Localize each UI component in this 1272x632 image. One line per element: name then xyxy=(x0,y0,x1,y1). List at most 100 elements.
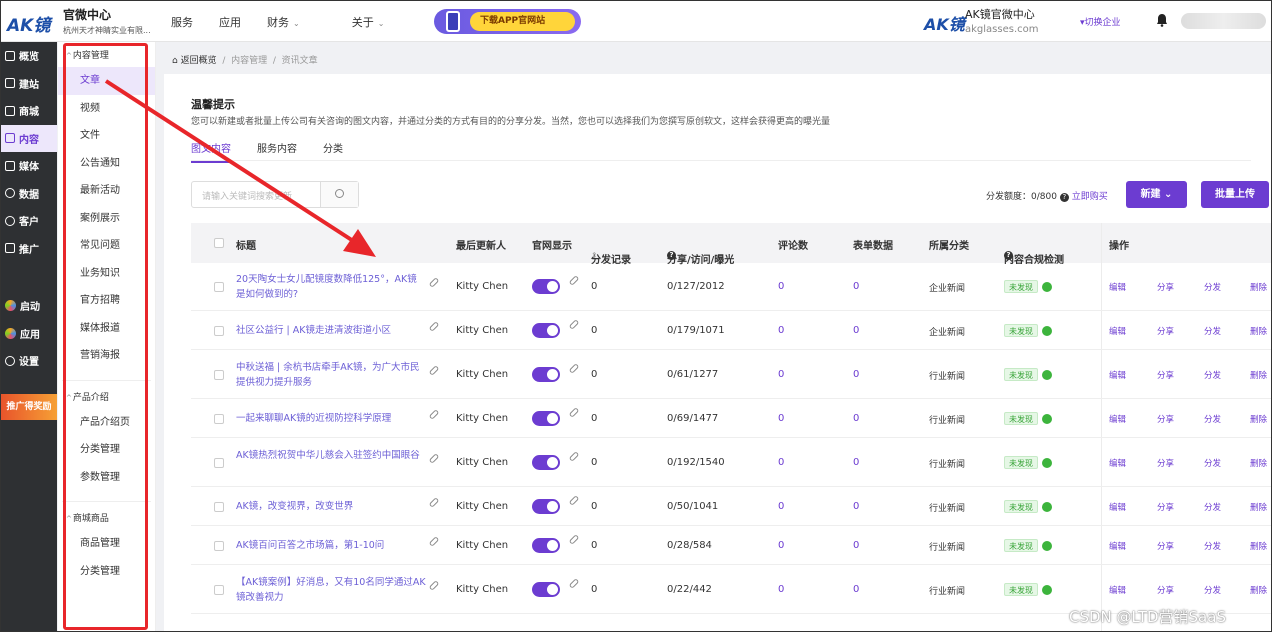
link-icon[interactable] xyxy=(428,497,440,508)
site-display-toggle[interactable] xyxy=(532,455,560,470)
row-forms[interactable]: 0 xyxy=(853,501,859,512)
distribute-link[interactable]: 分发 xyxy=(1204,540,1221,552)
article-title-link[interactable]: AK镜，改变视界，改变世界 xyxy=(236,499,426,514)
select-row-checkbox[interactable] xyxy=(214,458,224,468)
delete-link[interactable]: 删除 xyxy=(1250,457,1267,469)
row-comments[interactable]: 0 xyxy=(778,457,784,468)
rail-item-content[interactable]: 内容 xyxy=(1,124,57,152)
submenu-item-posters[interactable]: 营销海报 xyxy=(58,342,155,370)
submenu-item-videos[interactable]: 视频 xyxy=(58,95,155,123)
user-account-blurred[interactable] xyxy=(1181,13,1266,29)
breadcrumb-level1[interactable]: 内容管理 xyxy=(231,56,267,66)
col-category[interactable]: 所属分类 xyxy=(929,237,969,252)
rail-item-site[interactable]: 建站 xyxy=(1,70,57,98)
rail-item-overview[interactable]: 概览 xyxy=(1,42,57,70)
article-title-link[interactable]: 一起来聊聊AK镜的近视防控科学原理 xyxy=(236,411,426,426)
article-title-link[interactable]: 20天陶女士女儿配镜度数降低125°，AK镜是如何做到的? xyxy=(236,272,426,302)
delete-link[interactable]: 删除 xyxy=(1250,325,1267,337)
distribute-link[interactable]: 分发 xyxy=(1204,325,1221,337)
help-icon[interactable]: ? xyxy=(667,251,676,260)
row-forms[interactable]: 0 xyxy=(853,457,859,468)
switch-company-link[interactable]: ▾切换企业 xyxy=(1080,15,1121,28)
select-row-checkbox[interactable] xyxy=(214,585,224,595)
select-row-checkbox[interactable] xyxy=(214,541,224,551)
row-forms[interactable]: 0 xyxy=(853,369,859,380)
batch-upload-button[interactable]: 批量上传 xyxy=(1201,181,1269,208)
rail-item-data[interactable]: 数据 xyxy=(1,180,57,208)
delete-link[interactable]: 删除 xyxy=(1250,413,1267,425)
row-comments[interactable]: 0 xyxy=(778,281,784,292)
row-forms[interactable]: 0 xyxy=(853,413,859,424)
select-row-checkbox[interactable] xyxy=(214,282,224,292)
share-link[interactable]: 分享 xyxy=(1157,584,1174,596)
article-title-link[interactable]: AK镜热烈祝贺中华儿慈会入驻签约中国眼谷 xyxy=(236,448,426,463)
submenu-item-events[interactable]: 最新活动 xyxy=(58,177,155,205)
article-title-link[interactable]: AK镜百问百答之市场篇，第1-10问 xyxy=(236,538,426,553)
delete-link[interactable]: 删除 xyxy=(1250,540,1267,552)
rail-item-settings[interactable]: 设置 xyxy=(1,347,57,375)
nav-finance[interactable]: 财务 ⌄ xyxy=(267,14,326,30)
delete-link[interactable]: 删除 xyxy=(1250,369,1267,381)
row-comments[interactable]: 0 xyxy=(778,325,784,336)
site-display-toggle[interactable] xyxy=(532,279,560,294)
new-button[interactable]: 新建 ⌄ xyxy=(1126,181,1187,208)
edit-link[interactable]: 编辑 xyxy=(1109,457,1126,469)
link-icon[interactable] xyxy=(568,534,580,545)
edit-link[interactable]: 编辑 xyxy=(1109,413,1126,425)
edit-link[interactable]: 编辑 xyxy=(1109,584,1126,596)
rail-item-shop[interactable]: 商城 xyxy=(1,97,57,125)
row-forms[interactable]: 0 xyxy=(853,584,859,595)
download-app-banner[interactable]: 下载APP官网站 xyxy=(434,9,581,34)
select-row-checkbox[interactable] xyxy=(214,370,224,380)
site-display-toggle[interactable] xyxy=(532,367,560,382)
site-display-toggle[interactable] xyxy=(532,499,560,514)
site-display-toggle[interactable] xyxy=(532,582,560,597)
link-icon[interactable] xyxy=(568,578,580,589)
link-icon[interactable] xyxy=(568,495,580,506)
edit-link[interactable]: 编辑 xyxy=(1109,501,1126,513)
link-icon[interactable] xyxy=(428,321,440,332)
row-forms[interactable]: 0 xyxy=(853,281,859,292)
brand-logo[interactable]: AK镜 xyxy=(7,11,50,36)
delete-link[interactable]: 删除 xyxy=(1250,281,1267,293)
select-row-checkbox[interactable] xyxy=(214,502,224,512)
bell-icon[interactable] xyxy=(1156,13,1168,27)
edit-link[interactable]: 编辑 xyxy=(1109,281,1126,293)
edit-link[interactable]: 编辑 xyxy=(1109,540,1126,552)
link-icon[interactable] xyxy=(568,451,580,462)
nav-services[interactable]: 服务 xyxy=(171,14,193,30)
submenu-item-knowledge[interactable]: 业务知识 xyxy=(58,260,155,288)
submenu-item-cases[interactable]: 案例展示 xyxy=(58,205,155,233)
site-display-toggle[interactable] xyxy=(532,323,560,338)
rail-item-media[interactable]: 媒体 xyxy=(1,152,57,180)
link-icon[interactable] xyxy=(428,580,440,591)
link-icon[interactable] xyxy=(568,407,580,418)
submenu-item-jobs[interactable]: 官方招聘 xyxy=(58,287,155,315)
rail-item-customers[interactable]: 客户 xyxy=(1,207,57,235)
share-link[interactable]: 分享 xyxy=(1157,501,1174,513)
article-title-link[interactable]: 中秋送福 | 余杭书店牵手AK镜，为广大市民提供视力提升服务 xyxy=(236,360,426,390)
share-link[interactable]: 分享 xyxy=(1157,413,1174,425)
help-icon[interactable]: ? xyxy=(1004,251,1013,260)
submenu-item-product-categories[interactable]: 分类管理 xyxy=(58,436,155,464)
submenu-item-articles[interactable]: 文章 xyxy=(58,67,155,95)
site-display-toggle[interactable] xyxy=(532,538,560,553)
select-row-checkbox[interactable] xyxy=(214,326,224,336)
share-link[interactable]: 分享 xyxy=(1157,369,1174,381)
share-link[interactable]: 分享 xyxy=(1157,281,1174,293)
link-icon[interactable] xyxy=(428,536,440,547)
link-icon[interactable] xyxy=(428,453,440,464)
submenu-item-product-params[interactable]: 参数管理 xyxy=(58,464,155,492)
distribute-link[interactable]: 分发 xyxy=(1204,369,1221,381)
link-icon[interactable] xyxy=(568,319,580,330)
select-row-checkbox[interactable] xyxy=(214,414,224,424)
row-comments[interactable]: 0 xyxy=(778,369,784,380)
delete-link[interactable]: 删除 xyxy=(1250,501,1267,513)
share-link[interactable]: 分享 xyxy=(1157,457,1174,469)
rail-item-promote[interactable]: 推广 xyxy=(1,235,57,263)
row-forms[interactable]: 0 xyxy=(853,540,859,551)
search-input[interactable]: 请输入关键词搜索更新 xyxy=(202,189,322,202)
distribute-link[interactable]: 分发 xyxy=(1204,281,1221,293)
menu-group-products[interactable]: ^产品介绍 xyxy=(58,387,155,409)
rail-item-launch[interactable]: 启动 xyxy=(1,292,57,320)
